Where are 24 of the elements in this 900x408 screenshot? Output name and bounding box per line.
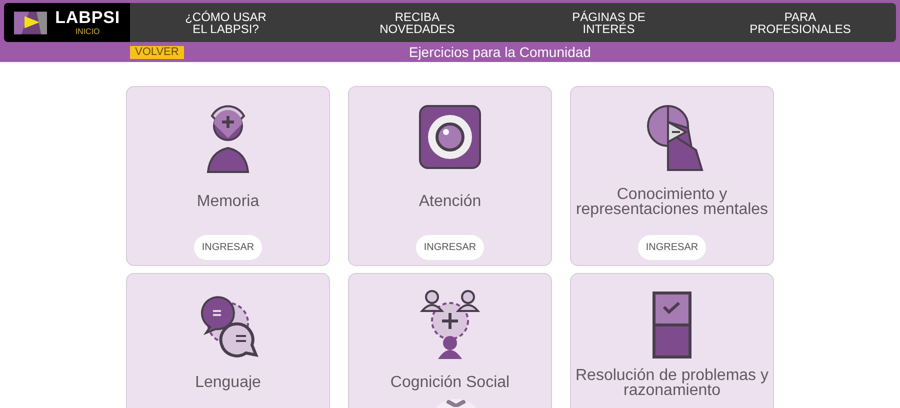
nav-link[interactable]: PÁGINAS DE INTERÉS — [572, 10, 646, 34]
card-title: Lenguaje — [195, 375, 261, 390]
enter-button[interactable]: INGRESAR — [194, 235, 262, 260]
card-title: Conocimiento y representaciones mentales — [575, 186, 769, 216]
logo-subtitle[interactable]: INICIO — [75, 27, 100, 36]
logo-title[interactable]: LABPSI — [55, 9, 120, 27]
enter-button[interactable]: INGRESAR — [638, 235, 706, 260]
category-card[interactable]: Atención INGRESAR — [348, 86, 552, 266]
category-card[interactable]: Memoria INGRESAR — [126, 86, 330, 266]
chevron-down-icon — [445, 400, 467, 407]
category-card[interactable]: Conocimiento y representaciones mentales INGRESAR — [570, 86, 774, 266]
page-title: Ejercicios para la Comunidad — [408, 42, 591, 62]
card-title: Memoria — [196, 194, 260, 209]
card-title: Cognición Social — [390, 375, 510, 390]
category-card[interactable]: Cognición Social — [348, 273, 552, 408]
nav-link[interactable]: PARA PROFESIONALES — [750, 10, 851, 34]
nav-link[interactable]: ¿CÓMO USAR EL LABPSI? — [185, 10, 266, 34]
category-card[interactable]: Resolución de problemas y razonamiento — [570, 273, 774, 408]
card-title: Resolución de problemas y razonamiento — [575, 368, 769, 398]
card-title: Atención — [418, 194, 482, 209]
enter-button[interactable]: INGRESAR — [416, 235, 484, 260]
back-button[interactable]: VOLVER — [130, 46, 184, 58]
nav-link[interactable]: RECIBA NOVEDADES — [380, 10, 455, 34]
category-card[interactable]: Lenguaje — [126, 273, 330, 408]
